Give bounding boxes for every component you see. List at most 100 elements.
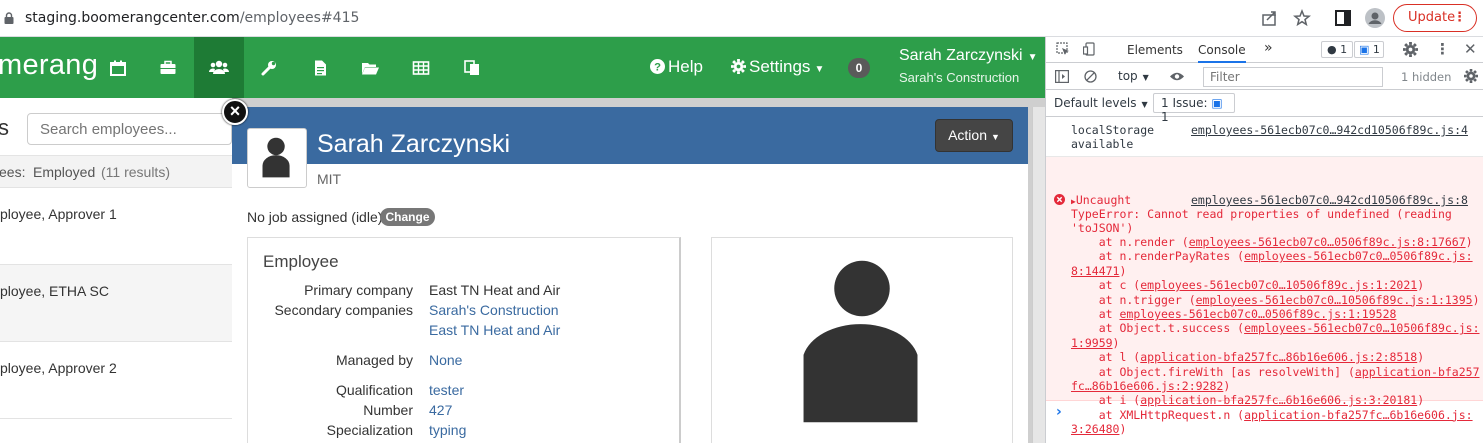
filter-value[interactable]: Employed bbox=[33, 164, 95, 180]
more-tabs-button[interactable]: » bbox=[1264, 40, 1273, 56]
nav-employees[interactable] bbox=[194, 37, 244, 98]
side-panel-icon[interactable] bbox=[1334, 9, 1352, 27]
table-icon bbox=[412, 60, 430, 75]
stack-frame-text: at XMLHttpRequest.n ( bbox=[1071, 407, 1245, 422]
employee-name: ployee, Approver 2 bbox=[0, 360, 117, 376]
stack-frame-link[interactable]: application-bfa257 bbox=[1355, 365, 1480, 379]
update-label: Update bbox=[1408, 10, 1456, 25]
log-levels-dropdown[interactable]: Default levels ▼ bbox=[1054, 96, 1148, 110]
more-vert-icon[interactable]: ⋮ bbox=[1435, 40, 1450, 58]
nav-table[interactable] bbox=[396, 37, 446, 98]
error-message: TypeError: Cannot read properties of und… bbox=[1071, 207, 1452, 221]
managed-by-value[interactable]: None bbox=[429, 352, 462, 368]
list-item[interactable]: ployee, Approver 2 bbox=[0, 342, 232, 419]
messages-counter[interactable]: ▣ 1 bbox=[1354, 41, 1384, 58]
nav-documents[interactable] bbox=[295, 37, 345, 98]
console-filter-input[interactable] bbox=[1203, 67, 1383, 87]
page-title: s bbox=[0, 115, 9, 140]
inspect-element-icon[interactable] bbox=[1056, 42, 1070, 56]
context-label: top bbox=[1118, 69, 1138, 83]
clear-console-icon[interactable] bbox=[1084, 70, 1097, 83]
nav-calendar[interactable] bbox=[93, 37, 143, 98]
expand-error[interactable]: ▶Uncaught bbox=[1071, 193, 1131, 207]
nav-jobs[interactable] bbox=[143, 37, 193, 98]
issues-button[interactable]: 1 Issue: ▣ 1 bbox=[1153, 93, 1235, 124]
list-item[interactable]: ployee, ETHA SC bbox=[0, 265, 232, 342]
nav-files[interactable] bbox=[345, 37, 395, 98]
url-host: staging.boomerangcenter.com bbox=[25, 10, 240, 26]
nav-tools[interactable] bbox=[244, 37, 294, 98]
tab-console[interactable]: Console bbox=[1198, 43, 1246, 63]
employee-name: ployee, ETHA SC bbox=[0, 283, 109, 299]
calendar-icon bbox=[110, 60, 126, 76]
specialization-value[interactable]: typing bbox=[429, 422, 466, 438]
app-logo[interactable]: merang bbox=[0, 49, 98, 82]
employee-list-header: s bbox=[0, 98, 232, 156]
stack-frame-text: at Object.t.success ( bbox=[1071, 321, 1245, 336]
avatar[interactable] bbox=[247, 128, 307, 188]
url-text[interactable]: staging.boomerangcenter.com/employees#41… bbox=[25, 10, 359, 26]
number-label: Number bbox=[363, 402, 413, 418]
gear-icon[interactable] bbox=[1403, 42, 1418, 57]
stack-frame-link[interactable]: 1:9959 bbox=[1071, 336, 1113, 350]
stack-frame-link[interactable]: employees-561ecb07c0…10506f89c.js:1:2021 bbox=[1140, 278, 1417, 292]
boomerang-app: merang ? Help Settings ▼ 0 Sarah Zarczyn… bbox=[0, 37, 1045, 443]
notification-badge[interactable]: 0 bbox=[848, 58, 870, 78]
secondary-company-link[interactable]: East TN Heat and Air bbox=[429, 322, 560, 338]
url-path: /employees#415 bbox=[239, 10, 360, 26]
stack-frame-link[interactable]: 3:26480 bbox=[1071, 422, 1119, 436]
user-menu[interactable]: Sarah Zarczynski ▼ bbox=[899, 47, 1038, 65]
profile-avatar-icon[interactable] bbox=[1365, 8, 1385, 28]
stack-frame-link[interactable]: employees-561ecb07c0…0506f89c.js: bbox=[1244, 249, 1472, 263]
wrench-icon bbox=[261, 60, 276, 75]
employee-photo-panel[interactable] bbox=[711, 237, 1013, 443]
eye-icon[interactable] bbox=[1169, 71, 1185, 82]
stack-frame-text: at bbox=[1071, 307, 1120, 321]
stack-frame-text: at n.render ( bbox=[1071, 235, 1189, 249]
device-toggle-icon[interactable] bbox=[1083, 42, 1097, 56]
action-label: Action bbox=[948, 127, 987, 143]
stack-frame: at c (employees-561ecb07c0…10506f89c.js:… bbox=[1071, 278, 1424, 292]
settings-menu[interactable]: Settings ▼ bbox=[749, 57, 824, 77]
tab-elements[interactable]: Elements bbox=[1127, 43, 1183, 57]
stack-frame-link[interactable]: application-bfa257fc…6b16e606.js: bbox=[1244, 408, 1472, 422]
list-item[interactable]: ployee, Approver 1 bbox=[0, 188, 232, 265]
close-modal-button[interactable]: × bbox=[222, 99, 248, 125]
close-icon[interactable]: ✕ bbox=[1464, 40, 1477, 58]
share-icon[interactable] bbox=[1261, 9, 1279, 27]
modal-scrollbar[interactable] bbox=[1032, 107, 1045, 443]
stack-frame-link[interactable]: application-bfa257fc…86b16e606.js:2:8518 bbox=[1140, 350, 1417, 364]
stack-frame: at XMLHttpRequest.n (application-bfa257f… bbox=[1071, 408, 1473, 422]
qualification-label: Qualification bbox=[335, 382, 413, 398]
console-prompt[interactable]: › bbox=[1056, 404, 1062, 420]
action-button[interactable]: Action ▼ bbox=[935, 119, 1013, 152]
update-button[interactable]: Update ⋮ bbox=[1393, 4, 1477, 32]
source-link[interactable]: employees-561ecb07c0…942cd10506f89c.js:4 bbox=[1191, 123, 1468, 137]
number-value[interactable]: 427 bbox=[429, 402, 452, 418]
stack-frame-link[interactable]: application-bfa257fc…6b16e606.js:3:20181 bbox=[1140, 393, 1417, 407]
secondary-company-link[interactable]: Sarah's Construction bbox=[429, 302, 559, 318]
help-link[interactable]: Help bbox=[668, 57, 703, 77]
sidebar-toggle-icon[interactable] bbox=[1055, 70, 1069, 83]
specialization-label: Specialization bbox=[326, 422, 413, 438]
context-selector[interactable]: top ▼ bbox=[1118, 69, 1149, 83]
errors-counter[interactable]: ● 1 bbox=[1321, 41, 1353, 58]
change-job-button[interactable]: Change bbox=[380, 208, 435, 226]
stack-frame-link[interactable]: employees-561ecb07c0…10506f89c.js: bbox=[1244, 321, 1479, 335]
stack-frame-link[interactable]: employees-561ecb07c0…10506f89c.js:1:1395 bbox=[1196, 293, 1473, 307]
browser-address-bar[interactable]: staging.boomerangcenter.com/employees#41… bbox=[0, 0, 1483, 37]
stack-frame-link[interactable]: employees-561ecb07c0…0506f89c.js:1:19528 bbox=[1119, 307, 1396, 321]
bookmark-star-icon[interactable] bbox=[1293, 9, 1311, 27]
search-input[interactable] bbox=[27, 113, 232, 145]
stack-frame: at employees-561ecb07c0…0506f89c.js:1:19… bbox=[1071, 307, 1397, 321]
nav-copy[interactable] bbox=[447, 37, 497, 98]
stack-frame-text: ) bbox=[1417, 393, 1425, 408]
stack-frame-link[interactable]: 8:14471 bbox=[1071, 264, 1119, 278]
stack-frame-link[interactable]: fc…86b16e606.js:2:9282 bbox=[1071, 379, 1223, 393]
users-icon bbox=[209, 60, 229, 74]
stack-frame-link[interactable]: employees-561ecb07c0…0506f89c.js:8:17667 bbox=[1189, 235, 1466, 249]
modal-header: Sarah Zarczynski Action ▼ bbox=[232, 107, 1028, 164]
qualification-value[interactable]: tester bbox=[429, 382, 464, 398]
source-link[interactable]: employees-561ecb07c0…942cd10506f89c.js:8 bbox=[1191, 193, 1468, 207]
gear-icon[interactable] bbox=[1464, 69, 1478, 83]
